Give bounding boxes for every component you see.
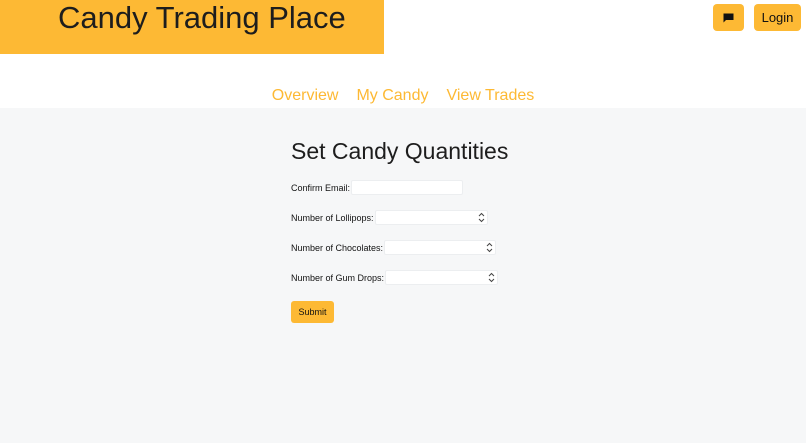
nav-view-trades-link[interactable]: View Trades xyxy=(446,84,534,108)
stepper-icon[interactable] xyxy=(488,272,495,283)
gumdrops-label: Number of Gum Drops: xyxy=(291,272,385,283)
stepper-icon[interactable] xyxy=(478,212,485,223)
chocolates-row: Number of Chocolates: xyxy=(291,240,497,255)
chocolates-input[interactable] xyxy=(385,241,485,254)
nav-overview-link[interactable]: Overview xyxy=(272,84,339,108)
lollipops-label: Number of Lollipops: xyxy=(291,212,374,223)
email-field[interactable] xyxy=(351,180,464,195)
login-button[interactable]: Login xyxy=(754,4,801,31)
nav-my-candy-link[interactable]: My Candy xyxy=(356,84,428,108)
lollipops-row: Number of Lollipops: xyxy=(291,210,488,225)
email-row: Confirm Email: xyxy=(291,180,464,195)
page-title: Set Candy Quantities xyxy=(291,138,509,164)
gumdrops-field[interactable] xyxy=(385,270,499,285)
site-title: Candy Trading Place xyxy=(58,0,346,35)
main-nav: Overview My Candy View Trades xyxy=(0,84,806,108)
brand-banner: Candy Trading Place xyxy=(0,0,384,54)
main-content: Set Candy Quantities Confirm Email: Numb… xyxy=(0,108,806,443)
chocolates-field[interactable] xyxy=(384,240,497,255)
stepper-icon[interactable] xyxy=(486,242,493,253)
gumdrops-input[interactable] xyxy=(386,271,486,284)
chat-button[interactable] xyxy=(713,4,744,31)
gumdrops-row: Number of Gum Drops: xyxy=(291,270,499,285)
chocolates-label: Number of Chocolates: xyxy=(291,242,384,253)
lollipops-input[interactable] xyxy=(375,211,476,224)
submit-button[interactable]: Submit xyxy=(291,301,334,323)
email-label: Confirm Email: xyxy=(291,182,351,193)
chat-bubble-icon xyxy=(723,13,734,22)
lollipops-field[interactable] xyxy=(374,210,488,225)
